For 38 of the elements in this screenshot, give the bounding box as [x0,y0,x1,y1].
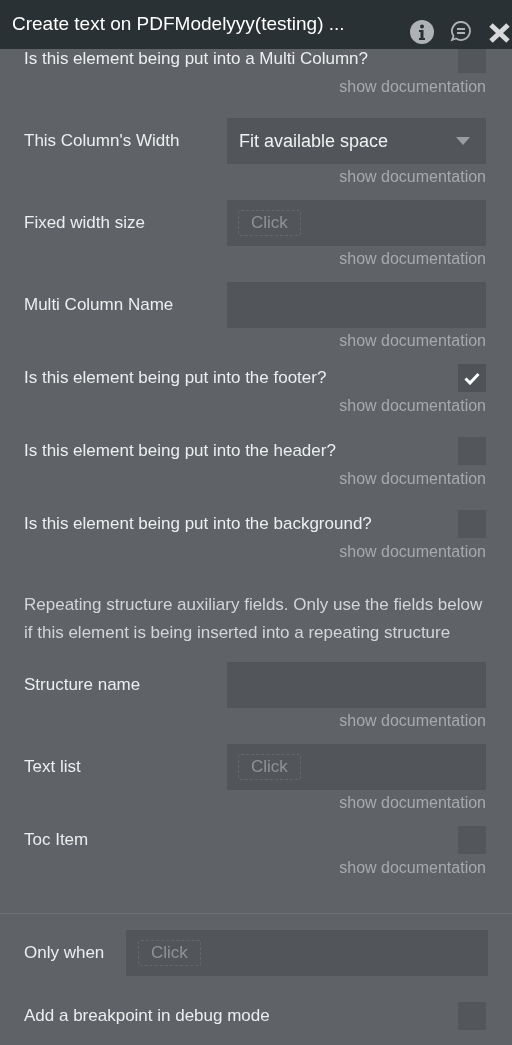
expression-button[interactable]: Click [238,754,301,780]
field-label: Add a breakpoint in debug mode [24,1005,270,1028]
field-label: Fixed width size [24,212,145,235]
checkmark-icon [464,371,480,385]
documentation-link[interactable]: show documentation [339,858,486,878]
documentation-link[interactable]: show documentation [339,469,486,489]
documentation-link[interactable]: show documentation [339,396,486,416]
field-label: Only when [24,942,106,965]
documentation-link[interactable]: show documentation [339,77,486,97]
field-label: Is this element being put into the header? [24,440,336,463]
documentation-link[interactable]: show documentation [339,711,486,731]
section-note: Repeating structure auxiliary fields. Only use the fields below if this element is being inserted into a repeating structure [24,594,484,644]
window-title: Create text on PDFModelyyy(testing) ... [12,12,345,37]
field-label: Is this element being put into a Multi Column? [24,48,368,71]
checkbox[interactable] [458,364,486,392]
expression-field[interactable]: Click [227,200,486,246]
field-label: Multi Column Name [24,294,174,317]
field-label: This Column's Width [24,130,180,153]
field-label: Is this element being put into the background? [24,513,372,536]
condition-field[interactable]: Click [126,930,488,976]
documentation-link[interactable]: show documentation [339,167,486,187]
expression-button[interactable]: Click [138,940,201,966]
expression-button[interactable]: Click [238,210,301,236]
field-label: Structure name [24,674,141,697]
info-icon[interactable] [410,20,434,44]
field-label: Is this element being put into the footer? [24,367,327,390]
field-label: Toc Item [24,829,89,852]
field-label: Text list [24,756,81,779]
caret-icon [456,137,470,145]
documentation-link[interactable]: show documentation [339,249,486,269]
dropdown-value: Fit available space [239,129,389,153]
documentation-link[interactable]: show documentation [339,542,486,562]
documentation-link[interactable]: show documentation [339,331,486,351]
expression-field[interactable]: Click [227,744,486,790]
dropdown[interactable]: Fit available space [227,118,486,164]
comment-icon[interactable] [450,20,472,42]
close-icon[interactable] [489,23,510,43]
documentation-link[interactable]: show documentation [339,793,486,813]
